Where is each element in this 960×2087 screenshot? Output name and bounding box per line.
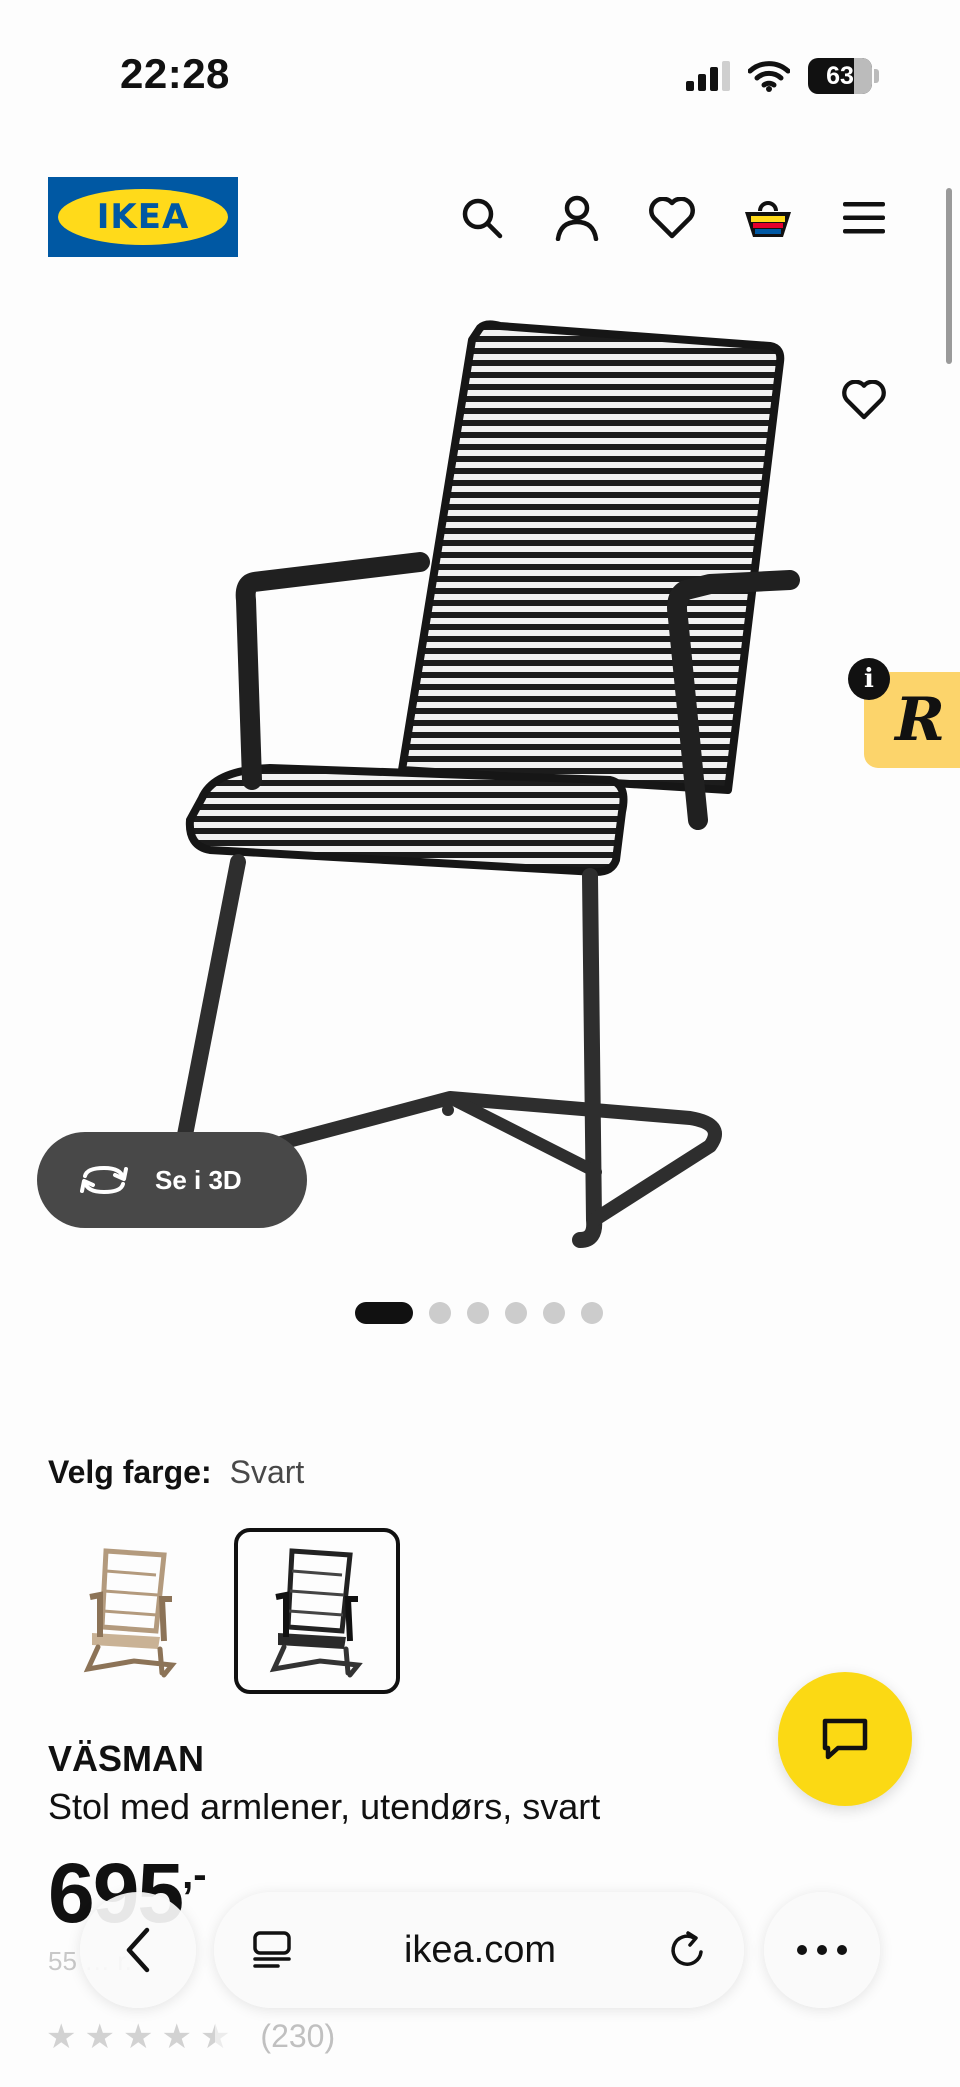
reload-icon[interactable] bbox=[668, 1930, 708, 1970]
browser-more-button[interactable] bbox=[764, 1892, 880, 2008]
color-label: Velg farge: bbox=[48, 1454, 212, 1490]
color-picker-heading: Velg farge: Svart bbox=[48, 1454, 304, 1491]
pagination-dot-1[interactable] bbox=[355, 1302, 413, 1324]
star-icon: ★ bbox=[122, 2017, 154, 2056]
wifi-icon bbox=[748, 61, 790, 92]
view-3d-label: Se i 3D bbox=[155, 1164, 242, 1195]
logo-text: IKEA bbox=[96, 197, 190, 237]
battery-icon: 63 bbox=[808, 58, 872, 94]
ikea-logo[interactable]: IKEA bbox=[48, 177, 238, 257]
chat-button[interactable] bbox=[778, 1672, 912, 1806]
star-icon: ★ bbox=[84, 2017, 115, 2056]
browser-address-bar[interactable]: ikea.com bbox=[214, 1892, 744, 2008]
product-name: VÄSMAN bbox=[48, 1738, 205, 1779]
status-icons: 63 bbox=[686, 56, 879, 96]
more-icon bbox=[797, 1945, 847, 1955]
star-icon: ★ bbox=[46, 2017, 77, 2056]
reader-mode-icon[interactable] bbox=[252, 1930, 292, 1970]
signal-icon bbox=[686, 61, 730, 91]
pagination-dot-2[interactable] bbox=[429, 1302, 451, 1324]
status-time: 22:28 bbox=[120, 50, 230, 97]
pagination-dot-3[interactable] bbox=[467, 1302, 489, 1324]
pagination-dot-4[interactable] bbox=[505, 1302, 527, 1324]
add-to-favorites-icon[interactable] bbox=[836, 372, 892, 428]
chat-icon bbox=[822, 1718, 868, 1760]
pagination-dot-6[interactable] bbox=[581, 1302, 603, 1324]
image-pagination[interactable] bbox=[355, 1302, 603, 1324]
selected-color: Svart bbox=[229, 1454, 305, 1490]
account-icon[interactable] bbox=[551, 192, 603, 244]
browser-back-button[interactable] bbox=[80, 1892, 196, 2008]
price-suffix: ,- bbox=[182, 1853, 207, 1897]
product-image[interactable] bbox=[150, 300, 810, 1260]
product-rating[interactable]: ★ ★ ★ ★ ★ (230) bbox=[46, 2018, 335, 2055]
cart-icon[interactable] bbox=[742, 192, 794, 244]
favorites-icon[interactable] bbox=[646, 192, 698, 244]
rotate-3d-icon bbox=[80, 1165, 128, 1195]
half-star-icon: ★ bbox=[199, 2017, 231, 2056]
rating-count: (230) bbox=[260, 2018, 336, 2054]
star-icon: ★ bbox=[161, 2017, 192, 2056]
page-scrollbar[interactable] bbox=[946, 188, 952, 364]
info-icon[interactable]: i bbox=[848, 658, 890, 700]
color-swatch-black[interactable] bbox=[234, 1528, 400, 1694]
menu-icon[interactable] bbox=[838, 192, 890, 244]
pagination-dot-5[interactable] bbox=[543, 1302, 565, 1324]
color-swatch-beige[interactable] bbox=[48, 1528, 214, 1694]
view-3d-button[interactable]: Se i 3D bbox=[37, 1132, 307, 1228]
chevron-left-icon bbox=[126, 1927, 150, 1973]
search-icon[interactable] bbox=[456, 192, 508, 244]
url-text: ikea.com bbox=[403, 1928, 557, 1971]
battery-level: 63 bbox=[826, 61, 854, 90]
product-description: Stol med armlener, utendørs, svart bbox=[48, 1786, 601, 1827]
